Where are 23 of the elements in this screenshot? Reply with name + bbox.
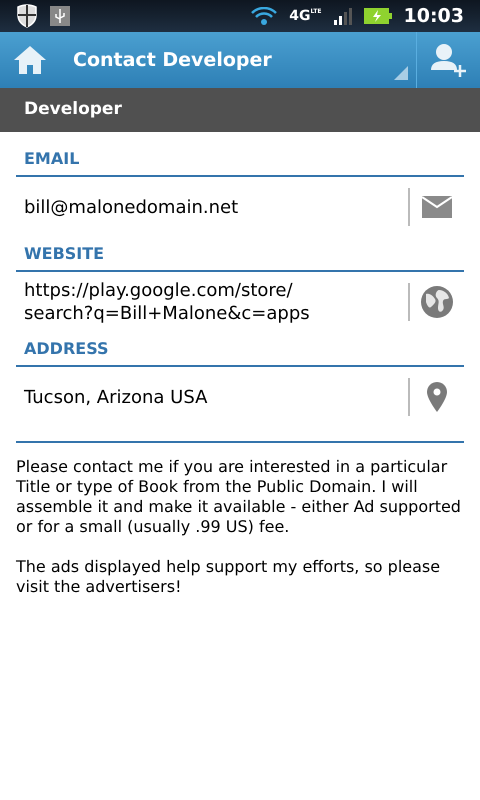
field-value[interactable]: Tucson, Arizona USA [16, 386, 408, 408]
section-title: Developer [24, 98, 122, 122]
description-text: Please contact me if you are interested in a particular Title or type of Book from the Public Domain. I will assemble it and make it available - either Ad supported or for a small (usually .99 US) fee. [16, 457, 462, 537]
field-label: EMAIL [24, 149, 80, 168]
field-value[interactable]: https://play.google.com/store/ search?q=Bill+Malone&c=apps [16, 279, 408, 325]
screen-title: Contact Developer [73, 48, 273, 73]
add-person-icon [430, 42, 466, 78]
signal-icon [334, 7, 352, 25]
dropdown-corner-icon [394, 66, 408, 80]
globe-icon [420, 285, 454, 319]
map-pin-icon [427, 382, 447, 412]
battery-icon [364, 8, 392, 24]
field-label: ADDRESS [24, 339, 109, 358]
field-value[interactable]: bill@malonedomain.net [16, 196, 408, 218]
shield-icon [16, 4, 38, 28]
home-icon [13, 45, 47, 75]
usb-icon [50, 6, 70, 26]
envelope-icon [422, 196, 452, 218]
network-type: 4G [289, 9, 310, 23]
clock: 10:03 [404, 4, 464, 29]
wifi-icon [251, 7, 278, 25]
field-label: WEBSITE [24, 244, 104, 263]
description-text: The ads displayed help support my efforts, so please visit the advertisers! [16, 557, 442, 597]
